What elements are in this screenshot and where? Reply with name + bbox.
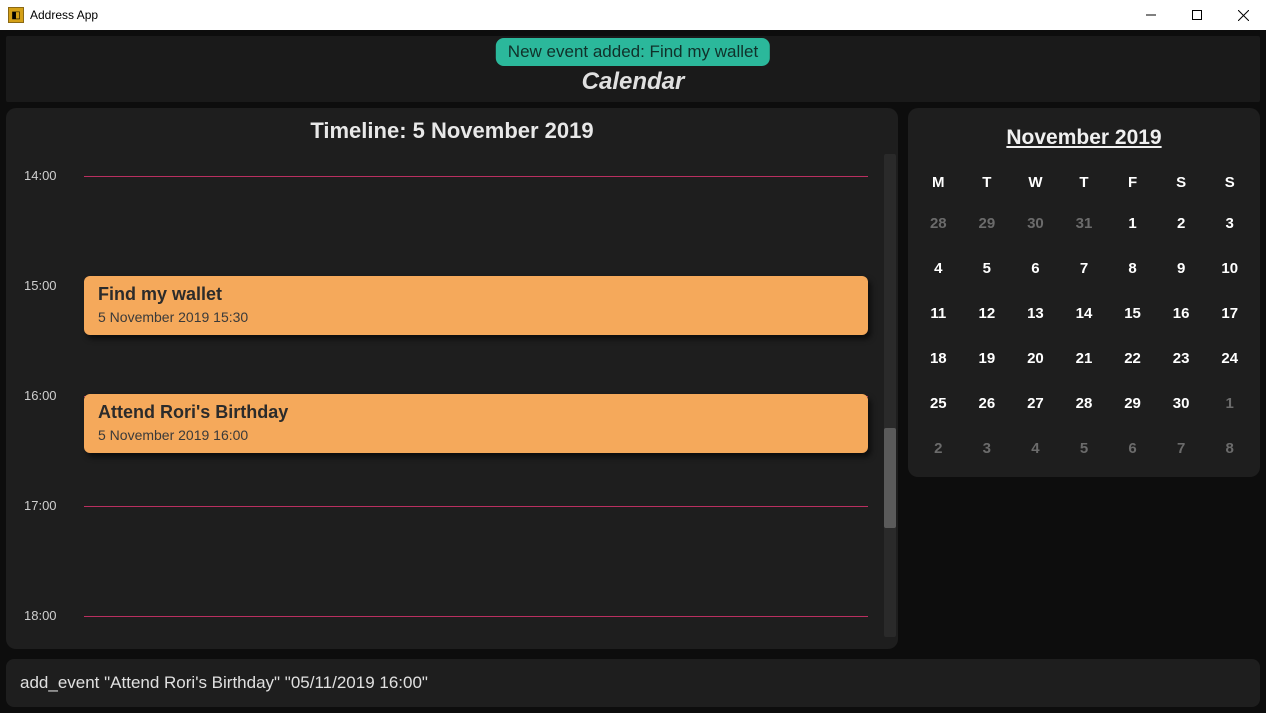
calendar-day[interactable]: 26 [963,381,1012,426]
calendar-day[interactable]: 24 [1205,336,1254,381]
calendar-day[interactable]: 17 [1205,291,1254,336]
calendar-dow-header: S [1205,164,1254,201]
calendar-day[interactable]: 2 [914,426,963,471]
calendar-dow-header: S [1157,164,1206,201]
calendar-grid: MTWTFSS282930311234567891011121314151617… [914,164,1254,471]
hour-line [84,506,868,507]
app-icon: ◧ [8,7,24,23]
calendar-dow-header: T [1060,164,1109,201]
page-title: Calendar [582,68,685,96]
calendar-day[interactable]: 5 [1060,426,1109,471]
calendar-day[interactable]: 19 [963,336,1012,381]
calendar-day[interactable]: 2 [1157,201,1206,246]
header-bar: New event added: Find my wallet Calendar [6,36,1260,102]
event-subtitle: 5 November 2019 15:30 [98,309,854,325]
hour-label: 15:00 [24,278,57,293]
scrollbar-vertical[interactable] [882,152,898,639]
calendar-day[interactable]: 5 [963,246,1012,291]
calendar-day[interactable]: 27 [1011,381,1060,426]
calendar-day[interactable]: 21 [1060,336,1109,381]
calendar-day[interactable]: 8 [1205,426,1254,471]
calendar-day[interactable]: 3 [1205,201,1254,246]
calendar-day[interactable]: 8 [1108,246,1157,291]
calendar-day[interactable]: 9 [1157,246,1206,291]
event-title: Attend Rori's Birthday [98,402,854,423]
calendar-day[interactable]: 1 [1108,201,1157,246]
window-title: Address App [30,8,98,22]
calendar-dow-header: W [1011,164,1060,201]
calendar-day[interactable]: 28 [1060,381,1109,426]
command-input[interactable] [20,673,1246,693]
calendar-panel: November 2019 MTWTFSS2829303112345678910… [908,108,1260,477]
maximize-button[interactable] [1174,0,1220,30]
close-button[interactable] [1220,0,1266,30]
scrollbar-thumb[interactable] [884,428,896,528]
calendar-day[interactable]: 10 [1205,246,1254,291]
scrollbar-track [884,154,896,637]
minimize-button[interactable] [1128,0,1174,30]
calendar-title: November 2019 [914,126,1254,150]
hour-label: 18:00 [24,608,57,623]
calendar-day[interactable]: 7 [1157,426,1206,471]
event-card[interactable]: Find my wallet 5 November 2019 15:30 [84,276,868,335]
calendar-day[interactable]: 29 [1108,381,1157,426]
calendar-day[interactable]: 12 [963,291,1012,336]
calendar-day[interactable]: 6 [1011,246,1060,291]
calendar-dow-header: M [914,164,963,201]
calendar-dow-header: F [1108,164,1157,201]
titlebar: ◧ Address App [0,0,1266,30]
main-row: Timeline: 5 November 2019 14:00 15:00 16… [6,108,1260,649]
calendar-day[interactable]: 4 [1011,426,1060,471]
calendar-day[interactable]: 30 [1157,381,1206,426]
app-window: ◧ Address App New event added: Find my w… [0,0,1266,713]
calendar-day[interactable]: 15 [1108,291,1157,336]
window-controls [1128,0,1266,30]
hour-label: 14:00 [24,168,57,183]
event-subtitle: 5 November 2019 16:00 [98,427,854,443]
calendar-day[interactable]: 1 [1205,381,1254,426]
calendar-day[interactable]: 6 [1108,426,1157,471]
calendar-day[interactable]: 30 [1011,201,1060,246]
hour-label: 17:00 [24,498,57,513]
minimize-icon [1146,10,1156,20]
calendar-day[interactable]: 11 [914,291,963,336]
calendar-day[interactable]: 18 [914,336,963,381]
timeline-scroll-area: 14:00 15:00 16:00 17:00 [6,152,898,639]
timeline-panel: Timeline: 5 November 2019 14:00 15:00 16… [6,108,898,649]
app-body: New event added: Find my wallet Calendar… [0,30,1266,713]
calendar-day[interactable]: 31 [1060,201,1109,246]
titlebar-left: ◧ Address App [8,7,98,23]
event-card[interactable]: Attend Rori's Birthday 5 November 2019 1… [84,394,868,453]
toast-notification: New event added: Find my wallet [496,38,770,66]
calendar-day[interactable]: 25 [914,381,963,426]
calendar-day[interactable]: 14 [1060,291,1109,336]
calendar-day[interactable]: 23 [1157,336,1206,381]
event-title: Find my wallet [98,284,854,305]
calendar-day[interactable]: 3 [963,426,1012,471]
hour-line [84,176,868,177]
calendar-day[interactable]: 7 [1060,246,1109,291]
calendar-day[interactable]: 20 [1011,336,1060,381]
calendar-day[interactable]: 22 [1108,336,1157,381]
hour-label: 16:00 [24,388,57,403]
calendar-day[interactable]: 16 [1157,291,1206,336]
calendar-day[interactable]: 28 [914,201,963,246]
calendar-day[interactable]: 13 [1011,291,1060,336]
hour-line [84,616,868,617]
timeline-title: Timeline: 5 November 2019 [6,118,898,144]
maximize-icon [1192,10,1202,20]
calendar-day[interactable]: 4 [914,246,963,291]
command-bar [6,659,1260,707]
calendar-day[interactable]: 29 [963,201,1012,246]
close-icon [1238,10,1249,21]
calendar-dow-header: T [963,164,1012,201]
